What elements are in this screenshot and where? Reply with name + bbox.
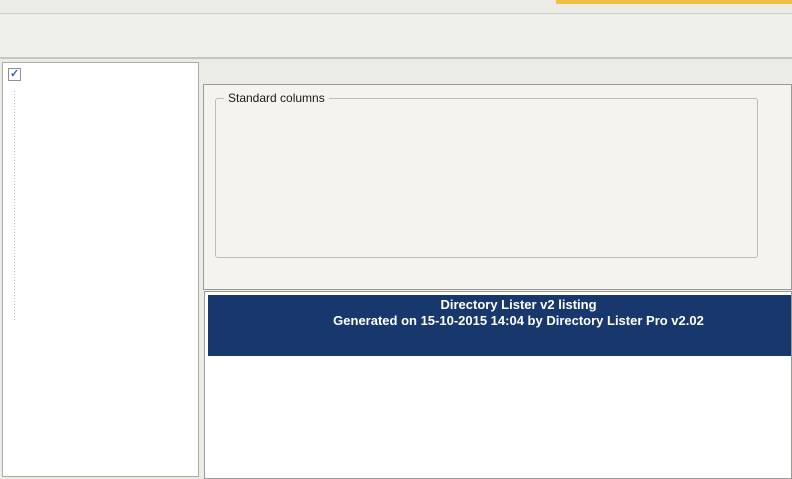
groupbox-legend: Standard columns: [224, 91, 329, 105]
directory-tree: [3, 83, 198, 84]
standard-columns-panel: Standard columns: [203, 84, 792, 290]
preview-pane: Directory Lister v2 listing Generated on…: [204, 291, 792, 479]
directory-lister-window: Standard columns Directory Lister v2 lis…: [0, 0, 792, 479]
settings-tab-bar: [203, 61, 792, 84]
select-with-subdirectories-checkbox[interactable]: [8, 68, 21, 81]
preview-title-band: Directory Lister v2 listing Generated on…: [208, 295, 792, 331]
standard-columns-groupbox: Standard columns: [215, 98, 758, 258]
sidebar: [2, 62, 199, 477]
preview-table-footer-band: [208, 350, 792, 356]
select-with-subdirectories-row: [3, 63, 198, 83]
preview-title: Directory Lister v2 listing: [208, 297, 792, 313]
window-top-accent: [556, 0, 792, 4]
preview-table: Directory Lister v2 listing Generated on…: [208, 295, 792, 356]
preview-table-header: [208, 331, 792, 350]
preview-subtitle: Generated on 15-10-2015 14:04 by Directo…: [208, 313, 792, 329]
toolbar: [0, 15, 792, 59]
